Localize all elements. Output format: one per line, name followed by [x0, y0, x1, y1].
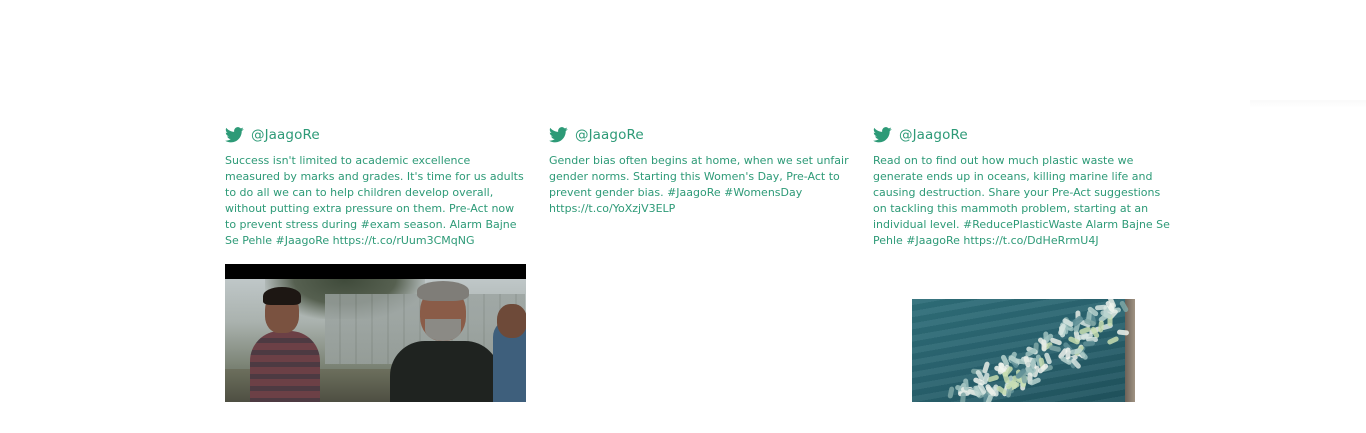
tweet-plastic-waste-image[interactable]	[912, 299, 1135, 402]
twitter-bird-icon	[549, 127, 568, 143]
tweet-card-1: @JaagoRe Success isn't limited to academ…	[225, 123, 530, 402]
bottle-shape	[1065, 347, 1071, 360]
tweet-card-2: @JaagoRe Gender bias often begins at hom…	[549, 123, 854, 217]
tweet-card-3: @JaagoRe Read on to find out how much pl…	[873, 123, 1178, 402]
tweet-header: @JaagoRe	[225, 123, 530, 147]
tweet-handle-link[interactable]: @JaagoRe	[575, 127, 644, 143]
bottle-shape	[1040, 338, 1047, 352]
scene-person-older-hair	[417, 281, 469, 301]
tweet-text[interactable]: Success isn't limited to academic excell…	[225, 153, 525, 249]
dock-edge	[1125, 299, 1135, 402]
tweet-handle-link[interactable]: @JaagoRe	[899, 127, 968, 143]
scene-person-older	[390, 341, 500, 402]
scene-person-young-hair	[263, 287, 301, 305]
scene-person-young	[250, 331, 320, 402]
edge-shadow	[1250, 100, 1366, 108]
scene-person-third-head	[497, 304, 526, 338]
twitter-bird-icon	[873, 127, 892, 143]
tweet-video-thumbnail[interactable]	[225, 264, 526, 402]
tweet-header: @JaagoRe	[549, 123, 854, 147]
scene-person-older-beard	[425, 319, 461, 341]
twitter-bird-icon	[225, 127, 244, 143]
tweet-text[interactable]: Read on to find out how much plastic was…	[873, 153, 1173, 249]
bottle-shape	[1116, 329, 1130, 336]
video-scene	[225, 279, 526, 402]
tweet-text[interactable]: Gender bias often begins at home, when w…	[549, 153, 849, 217]
bottle-shape	[1082, 340, 1095, 347]
bottle-shape	[959, 392, 966, 402]
tweets-section: @JaagoRe Success isn't limited to academ…	[0, 0, 1366, 433]
tweet-header: @JaagoRe	[873, 123, 1178, 147]
tweet-handle-link[interactable]: @JaagoRe	[251, 127, 320, 143]
